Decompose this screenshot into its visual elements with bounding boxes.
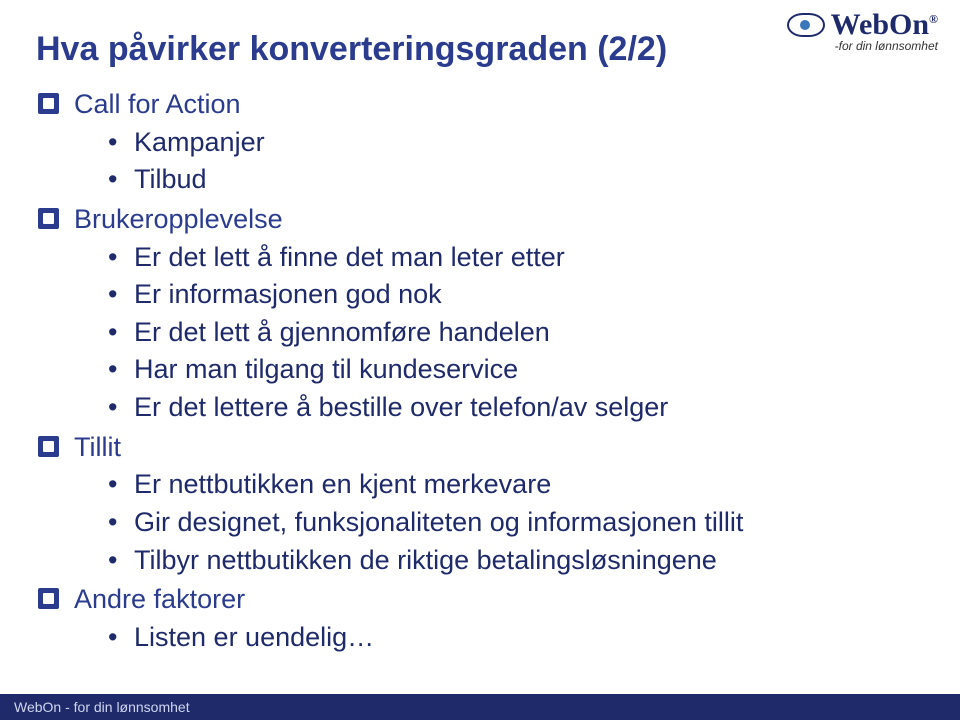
sub-item: Gir designet, funksjonaliteten og inform… (108, 505, 924, 541)
bullet-item: Call for Action Kampanjer Tilbud (36, 87, 924, 198)
footer-bar: WebOn - for din lønnsomhet (0, 694, 960, 720)
sub-item: Listen er uendelig… (108, 620, 924, 656)
sub-item: Er det lettere å bestille over telefon/a… (108, 390, 924, 426)
sub-item: Er informasjonen god nok (108, 277, 924, 313)
sub-list: Listen er uendelig… (74, 620, 924, 656)
sub-item: Er det lett å gjennomføre handelen (108, 315, 924, 351)
bullet-item: Andre faktorer Listen er uendelig… (36, 582, 924, 655)
footer-text: WebOn - for din lønnsomhet (14, 699, 190, 715)
sub-item: Kampanjer (108, 125, 924, 161)
bullet-label: Brukeropplevelse (74, 204, 283, 234)
logo-row: WebOn® (787, 8, 938, 42)
sub-item: Tilbud (108, 162, 924, 198)
bullet-label: Tillit (74, 432, 121, 462)
slide-body: Call for Action Kampanjer Tilbud Brukero… (36, 87, 924, 655)
sub-item: Er det lett å finne det man leter etter (108, 240, 924, 276)
slide: WebOn® -for din lønnsomhet Hva påvirker … (0, 0, 960, 720)
sub-list: Er det lett å finne det man leter etter … (74, 240, 924, 426)
sub-item: Tilbyr nettbutikken de riktige betalings… (108, 543, 924, 579)
sub-item: Har man tilgang til kundeservice (108, 352, 924, 388)
bullet-list: Call for Action Kampanjer Tilbud Brukero… (36, 87, 924, 655)
logo-name: WebOn (831, 8, 929, 41)
eye-icon (787, 13, 825, 37)
bullet-label: Call for Action (74, 89, 241, 119)
sub-list: Er nettbutikken en kjent merkevare Gir d… (74, 467, 924, 578)
bullet-item: Brukeropplevelse Er det lett å finne det… (36, 202, 924, 426)
registered-mark: ® (929, 12, 938, 26)
logo-text: WebOn® (831, 8, 938, 42)
sub-item: Er nettbutikken en kjent merkevare (108, 467, 924, 503)
bullet-label: Andre faktorer (74, 584, 245, 614)
sub-list: Kampanjer Tilbud (74, 125, 924, 198)
brand-logo: WebOn® -for din lønnsomhet (787, 8, 938, 53)
bullet-item: Tillit Er nettbutikken en kjent merkevar… (36, 430, 924, 579)
